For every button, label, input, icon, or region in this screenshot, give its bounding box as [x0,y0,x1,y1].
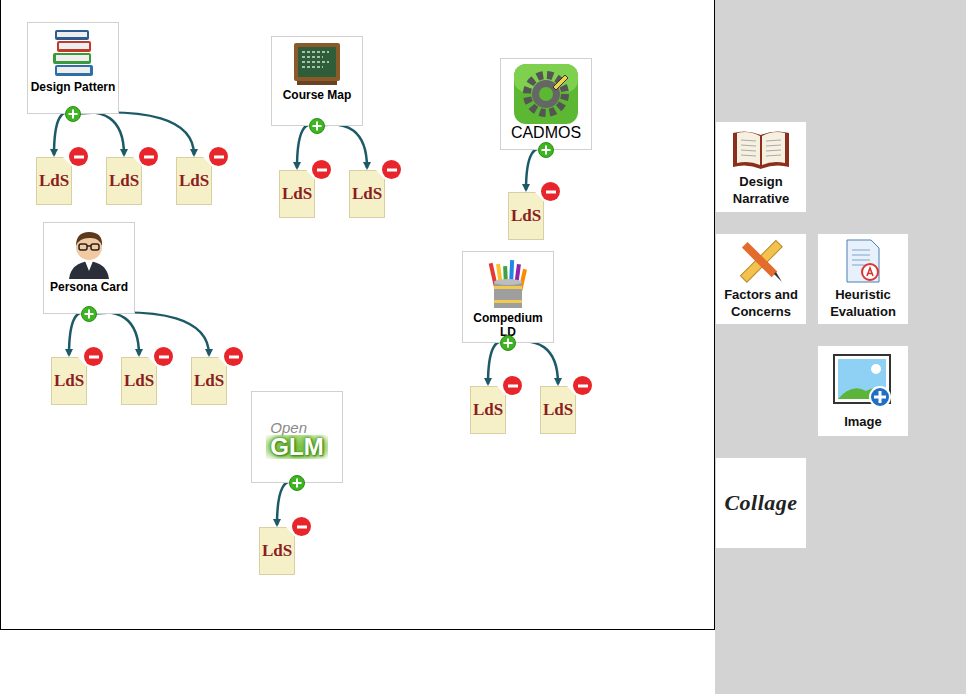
lds-label: LdS [124,371,154,391]
node-label: Design Pattern [31,80,116,94]
design-canvas[interactable]: Design Pattern LdS LdS LdS Course Map LdS LdS C… [0,0,715,630]
remove-child-icon[interactable] [382,160,401,179]
chalkboard-icon [293,41,341,87]
openglm-logo: OpenGLM [266,420,327,459]
remove-child-icon[interactable] [209,147,228,166]
evaluation-document-icon [843,238,883,284]
lds-label: LdS [511,206,541,226]
add-child-icon[interactable] [309,118,325,134]
lds-label: LdS [54,371,84,391]
remove-child-icon[interactable] [154,347,173,366]
remove-child-icon[interactable] [84,347,103,366]
logo-name: GLM [266,435,327,459]
node-label: Course Map [283,88,352,102]
remove-child-icon[interactable] [541,182,560,201]
canvas-column: Design Pattern LdS LdS LdS Course Map LdS LdS C… [0,0,715,694]
edge-arrow [73,112,194,155]
remove-child-icon[interactable] [503,376,522,395]
palette-label: Image [844,413,882,430]
add-child-icon[interactable] [289,475,305,491]
add-child-icon[interactable] [81,306,97,322]
palette-item[interactable]: Factors and Concerns [716,234,806,324]
remove-child-icon[interactable] [69,147,88,166]
add-child-icon[interactable] [538,142,554,158]
lds-document[interactable]: LdS [121,357,157,405]
lds-document[interactable]: LdS [279,170,315,218]
collage-logo: Collage [724,490,797,516]
lds-document[interactable]: LdS [259,527,295,575]
books-icon [49,27,97,79]
palette-grid: Design Narrative Factors and Concerns Heur… [716,122,966,548]
lds-document[interactable]: LdS [540,386,576,434]
lds-label: LdS [352,184,382,204]
logo-prefix: Open [270,420,307,435]
remove-child-icon[interactable] [573,376,592,395]
palette-item[interactable]: Design Narrative [716,122,806,212]
lds-document[interactable]: LdS [191,357,227,405]
palette-label: Heuristic Evaluation [820,286,906,320]
lds-document[interactable]: LdS [349,170,385,218]
cadmos-gear-icon [513,63,579,125]
remove-child-icon[interactable] [312,160,331,179]
diagram-node[interactable]: CADMOS [500,58,592,150]
diagram-node[interactable]: Compedium LD [462,251,554,343]
editor-page: Design Pattern LdS LdS LdS Course Map LdS LdS C… [0,0,966,694]
lds-document[interactable]: LdS [470,386,506,434]
pencil-ruler-icon [738,238,784,284]
remove-child-icon[interactable] [292,517,311,536]
remove-child-icon[interactable] [139,147,158,166]
add-child-icon[interactable] [65,106,81,122]
node-label: Persona Card [50,280,128,294]
persona-icon [63,227,115,279]
lds-label: LdS [109,171,139,191]
lds-label: LdS [39,171,69,191]
lds-document[interactable]: LdS [36,157,72,205]
canvas-footer [0,630,715,694]
palette-item[interactable]: Image [818,346,908,436]
add-child-icon[interactable] [500,335,516,351]
lds-label: LdS [543,400,573,420]
lds-document[interactable]: LdS [176,157,212,205]
edge-arrow [89,312,209,355]
lds-label: LdS [179,171,209,191]
palette-item[interactable]: Collage [716,458,806,548]
diagram-node[interactable]: Persona Card [43,222,135,314]
lds-label: LdS [194,371,224,391]
lds-label: LdS [473,400,503,420]
diagram-node[interactable]: Design Pattern [27,22,119,114]
lds-document[interactable]: LdS [51,357,87,405]
diagram-node[interactable]: OpenGLM [251,391,343,483]
lds-label: LdS [282,184,312,204]
palette-label: Factors and Concerns [718,286,804,320]
palette-item[interactable]: Heuristic Evaluation [818,234,908,324]
remove-child-icon[interactable] [224,347,243,366]
lds-document[interactable]: LdS [508,192,544,240]
lds-document[interactable]: LdS [106,157,142,205]
palette-label: Design Narrative [718,173,804,207]
node-label: CADMOS [511,126,581,140]
pencil-cup-icon [486,256,530,310]
diagram-node[interactable]: Course Map [271,36,363,126]
add-image-icon [832,353,894,411]
palette-panel: Design Narrative Factors and Concerns Heur… [715,0,966,694]
lds-label: LdS [262,541,292,561]
open-book-icon [731,127,791,171]
